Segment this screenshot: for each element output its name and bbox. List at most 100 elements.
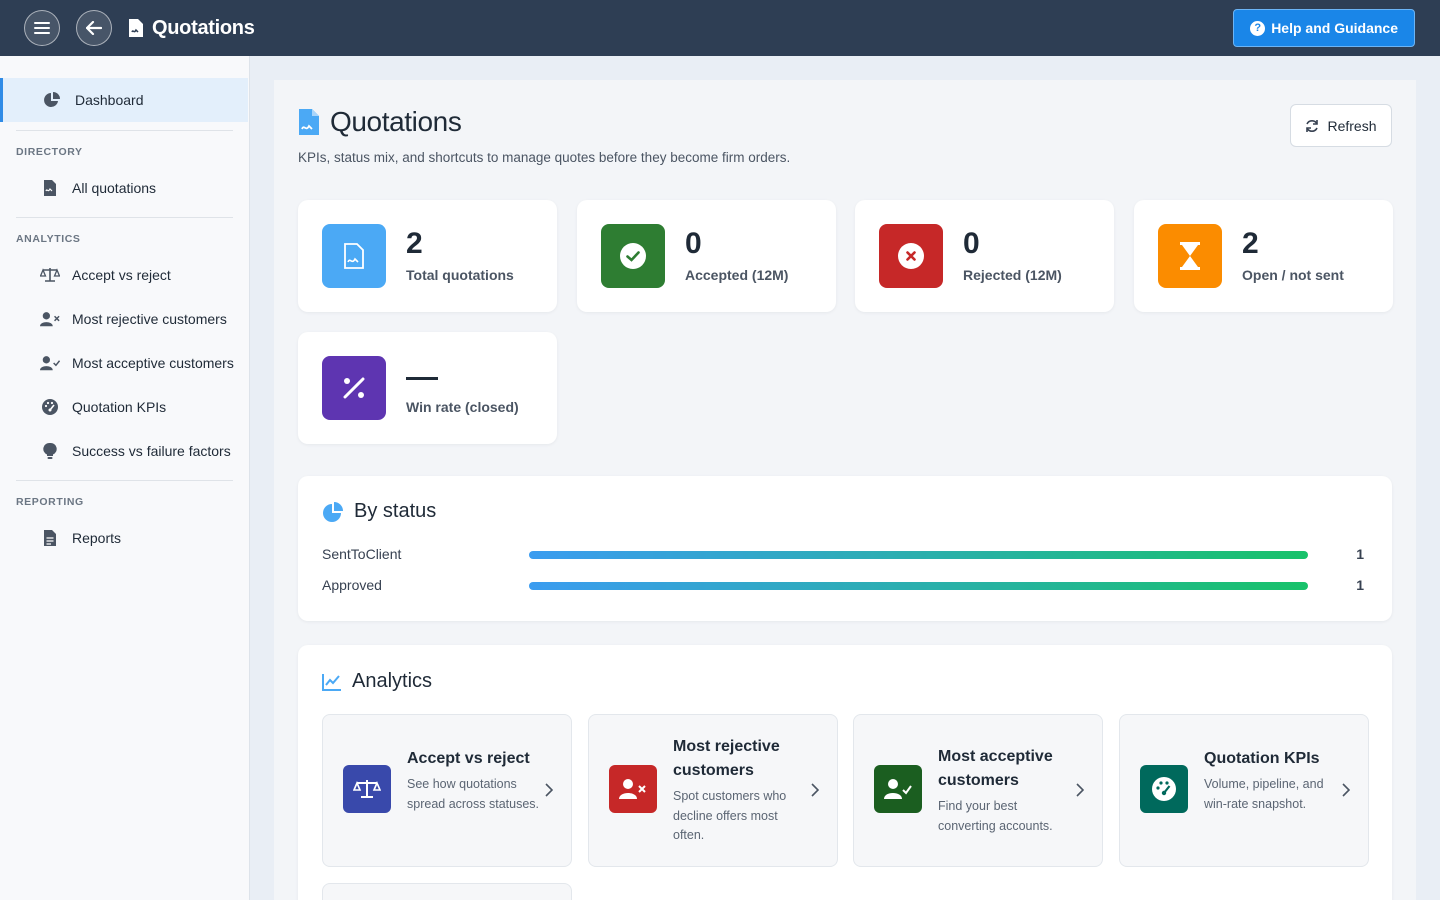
kpi-value: 2 bbox=[1242, 227, 1259, 260]
status-bar bbox=[529, 551, 1308, 559]
pie-chart-icon bbox=[323, 501, 343, 522]
page-title: Quotations bbox=[298, 106, 462, 138]
kpi-total-quotations: 2 Total quotations bbox=[298, 200, 557, 312]
scale-icon bbox=[40, 268, 60, 282]
menu-button[interactable] bbox=[24, 10, 60, 46]
sidebar-item-label: Most rejective customers bbox=[72, 311, 227, 327]
analytics-tile-accept-vs-reject[interactable]: Accept vs reject See how quotations spre… bbox=[322, 714, 572, 867]
kpi-icon-box bbox=[601, 224, 665, 288]
tile-icon-box bbox=[343, 765, 391, 813]
sidebar-item-accept-vs-reject[interactable]: Accept vs reject bbox=[40, 262, 240, 288]
file-invoice-icon bbox=[344, 243, 364, 269]
hamburger-icon bbox=[34, 22, 50, 34]
help-button[interactable]: ? Help and Guidance bbox=[1233, 9, 1415, 47]
question-icon: ? bbox=[1250, 20, 1266, 36]
kpi-label: Open / not sent bbox=[1242, 267, 1344, 283]
gauge-icon bbox=[1152, 777, 1176, 801]
app-title: Quotations bbox=[128, 17, 255, 40]
by-status-title: By status bbox=[322, 500, 436, 523]
tile-title: Most rejective customers bbox=[673, 738, 780, 779]
analytics-tile-partial[interactable] bbox=[322, 883, 572, 900]
user-x-icon bbox=[40, 312, 60, 327]
tile-description: Find your best converting accounts. bbox=[938, 799, 1053, 833]
refresh-button[interactable]: Refresh bbox=[1290, 104, 1392, 147]
sidebar-item-label: Dashboard bbox=[75, 92, 144, 108]
main-panel: Quotations KPIs, status mix, and shortcu… bbox=[274, 80, 1416, 900]
kpi-accepted: 0 Accepted (12M) bbox=[577, 200, 836, 312]
tile-icon-box bbox=[1140, 765, 1188, 813]
analytics-tile-most-rejective-customers[interactable]: Most rejective customers Spot customers … bbox=[588, 714, 838, 867]
page-title-text: Quotations bbox=[330, 106, 462, 137]
scale-icon bbox=[353, 780, 381, 798]
percent-icon bbox=[343, 377, 365, 399]
sidebar-divider bbox=[16, 217, 233, 218]
help-button-label: Help and Guidance bbox=[1271, 20, 1398, 36]
file-invoice-icon bbox=[129, 19, 143, 37]
sidebar-item-label: Most acceptive customers bbox=[72, 355, 234, 371]
report-icon bbox=[44, 530, 56, 546]
sidebar-item-dashboard[interactable]: Dashboard bbox=[0, 78, 248, 122]
sidebar-item-label: All quotations bbox=[72, 180, 157, 196]
sidebar-item-success-vs-failure-factors[interactable]: Success vs failure factors bbox=[40, 438, 240, 464]
refresh-icon bbox=[1306, 119, 1319, 132]
check-circle-icon bbox=[620, 243, 646, 269]
sidebar-item-all-quotations[interactable]: All quotations bbox=[40, 175, 240, 201]
kpi-value: 2 bbox=[406, 227, 423, 260]
sidebar-section-directory: DIRECTORY bbox=[16, 146, 83, 158]
sidebar-item-quotation-kpis[interactable]: Quotation KPIs bbox=[40, 394, 240, 420]
user-check-icon bbox=[40, 356, 60, 371]
sidebar-item-label: Quotation KPIs bbox=[72, 399, 167, 415]
analytics-tile-most-acceptive-customers[interactable]: Most acceptive customers Find your best … bbox=[853, 714, 1103, 867]
sidebar-item-label: Reports bbox=[72, 530, 122, 546]
kpi-label: Accepted (12M) bbox=[685, 267, 789, 283]
sidebar-item-label: Accept vs reject bbox=[72, 267, 171, 283]
x-circle-icon bbox=[898, 243, 924, 269]
tile-icon-box bbox=[609, 765, 657, 813]
lightbulb-icon bbox=[43, 442, 57, 459]
sidebar-divider bbox=[16, 130, 233, 131]
kpi-value: 0 bbox=[685, 227, 702, 260]
analytics-title: Analytics bbox=[322, 670, 432, 693]
pie-chart-icon bbox=[44, 92, 60, 107]
kpi-label: Win rate (closed) bbox=[406, 399, 519, 415]
tile-title: Most acceptive customers bbox=[938, 748, 1053, 789]
page-subtitle: KPIs, status mix, and shortcuts to manag… bbox=[298, 150, 791, 165]
chevron-right-icon bbox=[545, 783, 553, 797]
back-button[interactable] bbox=[76, 10, 112, 46]
user-check-icon bbox=[884, 779, 912, 799]
tile-description: Spot customers who decline offers most o… bbox=[673, 789, 787, 842]
chevron-right-icon bbox=[1076, 783, 1084, 797]
kpi-icon-box bbox=[322, 356, 386, 420]
sidebar-item-most-acceptive-customers[interactable]: Most acceptive customers bbox=[40, 350, 240, 376]
kpi-win-rate: Win rate (closed) bbox=[298, 332, 557, 444]
tile-description: See how quotations spread across statuse… bbox=[407, 777, 540, 811]
status-name: SentToClient bbox=[322, 546, 402, 562]
app-title-text: Quotations bbox=[152, 16, 255, 39]
sidebar-item-label: Success vs failure factors bbox=[72, 443, 231, 459]
sidebar: Dashboard DIRECTORY All quotations ANALY… bbox=[0, 56, 250, 900]
sidebar-section-reporting: REPORTING bbox=[16, 496, 84, 508]
status-count: 1 bbox=[1356, 577, 1364, 593]
arrow-left-icon bbox=[86, 21, 102, 35]
hourglass-icon bbox=[1180, 242, 1200, 270]
user-x-icon bbox=[619, 779, 646, 799]
kpi-open-not-sent: 2 Open / not sent bbox=[1134, 200, 1393, 312]
tile-title: Accept vs reject bbox=[407, 750, 530, 767]
analytics-tile-quotation-kpis[interactable]: Quotation KPIs Volume, pipeline, and win… bbox=[1119, 714, 1369, 867]
sidebar-item-reports[interactable]: Reports bbox=[40, 525, 240, 551]
kpi-icon-box bbox=[1158, 224, 1222, 288]
kpi-icon-box bbox=[322, 224, 386, 288]
kpi-label: Total quotations bbox=[406, 267, 514, 283]
kpi-empty-value bbox=[406, 377, 438, 380]
analytics-card: Analytics Accept vs reject See how quota… bbox=[298, 645, 1392, 900]
status-row: SentToClient 1 bbox=[322, 545, 1368, 565]
kpi-rejected: 0 Rejected (12M) bbox=[855, 200, 1114, 312]
chevron-right-icon bbox=[811, 783, 819, 797]
status-row: Approved 1 bbox=[322, 576, 1368, 596]
sidebar-divider bbox=[16, 480, 233, 481]
sidebar-section-analytics: ANALYTICS bbox=[16, 233, 81, 245]
chevron-right-icon bbox=[1342, 783, 1350, 797]
kpi-icon-box bbox=[879, 224, 943, 288]
file-icon bbox=[44, 180, 56, 196]
sidebar-item-most-rejective-customers[interactable]: Most rejective customers bbox=[40, 306, 240, 332]
